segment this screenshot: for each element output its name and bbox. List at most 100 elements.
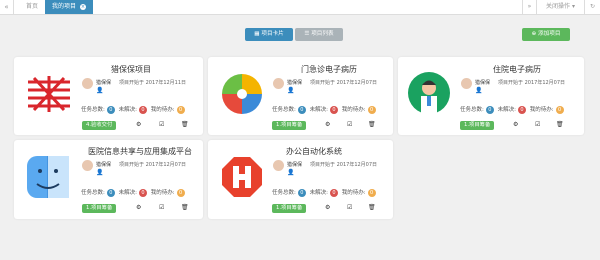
owner-name: 猎保保 (96, 80, 112, 86)
unresolved-label: 未解决: (497, 107, 516, 113)
unresolved-label: 未解决: (309, 190, 328, 196)
gear-icon[interactable]: ⚙ (136, 121, 144, 129)
avatar (273, 78, 284, 89)
total-label: 任务总数: (460, 107, 484, 113)
trash-icon[interactable]: 🗑 (368, 204, 376, 212)
red-knot-logo (28, 76, 70, 112)
list-view-button[interactable]: ☰ 项目列表 (295, 28, 343, 41)
unresolved-count: 0 (138, 188, 147, 197)
owner-name: 猎保保 (287, 162, 303, 168)
doctor-logo (408, 72, 450, 114)
pending-label: 我的待办: (150, 107, 175, 113)
add-project-label: 添加项目 (538, 31, 561, 37)
avatar (273, 160, 284, 171)
checkbox-icon[interactable]: ☑ (535, 121, 543, 129)
start-date: 项目开始于 2017年12月11日 (119, 80, 187, 86)
gear-icon[interactable]: ⚙ (325, 121, 333, 129)
close-ops-dropdown[interactable]: 关闭操作 ▾ (536, 0, 584, 14)
finder-face-logo (27, 156, 69, 198)
refresh-button[interactable]: ↻ (584, 0, 600, 14)
unresolved-count: 0 (517, 105, 526, 114)
checkbox-icon[interactable]: ☑ (347, 204, 355, 212)
total-count: 0 (485, 105, 494, 114)
start-date: 项目开始于 2017年12月07日 (310, 162, 378, 168)
avatar (82, 78, 93, 89)
person-icon[interactable]: 👤 (287, 87, 294, 94)
owner-name: 猎保保 (475, 80, 491, 86)
tab-scroll-left-button[interactable]: « (0, 0, 14, 14)
pending-label: 我的待办: (529, 107, 554, 113)
unresolved-count: 0 (329, 105, 338, 114)
grid-icon: ▦ (254, 31, 260, 37)
trash-icon[interactable]: 🗑 (181, 121, 189, 129)
total-count: 0 (106, 105, 115, 114)
task-stats: 任务总数: 0 未解决: 0 我的待办: 0 (272, 105, 378, 114)
refresh-icon: ↻ (589, 3, 596, 10)
pending-count: 0 (367, 105, 376, 114)
start-date: 项目开始于 2017年12月07日 (498, 80, 566, 86)
task-stats: 任务总数: 0 未解决: 0 我的待办: 0 (81, 188, 187, 197)
trash-icon[interactable]: 🗑 (556, 121, 564, 129)
project-title[interactable]: 医院信息共享与应用集成平台 (88, 146, 192, 157)
project-title[interactable]: 办公自动化系统 (286, 146, 342, 157)
card-view-button[interactable]: ▦ 项目卡片 (245, 28, 293, 41)
project-title[interactable]: 住院电子病历 (493, 64, 541, 75)
checkbox-icon[interactable]: ☑ (159, 121, 167, 129)
unresolved-label: 未解决: (309, 107, 328, 113)
tab-scroll-right-button[interactable]: » (522, 0, 536, 14)
project-card[interactable]: 住院电子病历 猎保保 项目开始于 2017年12月07日 👤 任务总数: 0 未解… (398, 57, 584, 135)
unresolved-label: 未解决: (118, 190, 137, 196)
start-date: 项目开始于 2017年12月07日 (310, 80, 378, 86)
project-title[interactable]: 猎保保项目 (111, 64, 151, 75)
checkbox-icon[interactable]: ☑ (159, 204, 167, 212)
tab-home[interactable]: 首页 (20, 0, 44, 14)
project-card[interactable]: 猎保保项目 猎保保 项目开始于 2017年12月11日 👤 任务总数: 0 未解决… (14, 57, 203, 135)
project-card[interactable]: 门急诊电子病历 猎保保 项目开始于 2017年12月07日 👤 任务总数: 0 未… (208, 57, 393, 135)
status-badge: 1.项目筹备 (460, 121, 495, 130)
tab-bar: « 首页 我的项目 × » 关闭操作 ▾ ↻ (0, 0, 600, 15)
total-label: 任务总数: (272, 107, 296, 113)
project-card[interactable]: 办公自动化系统 猎保保 项目开始于 2017年12月07日 👤 任务总数: 0 未… (208, 140, 393, 219)
pending-label: 我的待办: (150, 190, 175, 196)
tab-my-projects-label: 我的项目 (52, 3, 77, 10)
task-stats: 任务总数: 0 未解决: 0 我的待办: 0 (460, 105, 566, 114)
person-icon[interactable]: 👤 (475, 87, 482, 94)
project-title[interactable]: 门急诊电子病历 (301, 64, 357, 75)
status-badge: 4.验收交付 (82, 121, 117, 130)
gear-icon[interactable]: ⚙ (513, 121, 521, 129)
gear-icon[interactable]: ⚙ (136, 204, 144, 212)
avatar (461, 78, 472, 89)
pending-count: 0 (555, 105, 564, 114)
plus-circle-icon: ⊕ (531, 31, 537, 37)
add-project-button[interactable]: ⊕ 添加项目 (522, 28, 570, 41)
person-icon[interactable]: 👤 (287, 169, 294, 176)
trash-icon[interactable]: 🗑 (181, 204, 189, 212)
tab-close-icon[interactable]: × (79, 4, 86, 10)
unresolved-label: 未解决: (118, 107, 137, 113)
close-ops-label: 关闭操作 (546, 3, 571, 10)
total-count: 0 (106, 188, 115, 197)
person-icon[interactable]: 👤 (96, 87, 103, 94)
status-badge: 1.项目筹备 (272, 204, 307, 213)
task-stats: 任务总数: 0 未解决: 0 我的待办: 0 (81, 105, 187, 114)
avatar (82, 160, 93, 171)
gear-icon[interactable]: ⚙ (325, 204, 333, 212)
trash-icon[interactable]: 🗑 (368, 121, 376, 129)
start-date: 项目开始于 2017年12月07日 (119, 162, 187, 168)
tab-my-projects[interactable]: 我的项目 × (45, 0, 93, 14)
project-card[interactable]: 医院信息共享与应用集成平台 猎保保 项目开始于 2017年12月07日 👤 任务… (14, 140, 203, 219)
task-stats: 任务总数: 0 未解决: 0 我的待办: 0 (272, 188, 378, 197)
pending-label: 我的待办: (341, 107, 366, 113)
total-count: 0 (297, 188, 306, 197)
total-count: 0 (297, 105, 306, 114)
card-view-label: 项目卡片 (261, 31, 284, 37)
unresolved-count: 0 (138, 105, 147, 114)
list-view-label: 项目列表 (311, 31, 334, 37)
person-icon[interactable]: 👤 (96, 169, 103, 176)
total-label: 任务总数: (81, 107, 105, 113)
list-icon: ☰ (304, 31, 310, 37)
total-label: 任务总数: (272, 190, 296, 196)
checkbox-icon[interactable]: ☑ (347, 121, 355, 129)
total-label: 任务总数: (81, 190, 105, 196)
owner-name: 猎保保 (96, 162, 112, 168)
